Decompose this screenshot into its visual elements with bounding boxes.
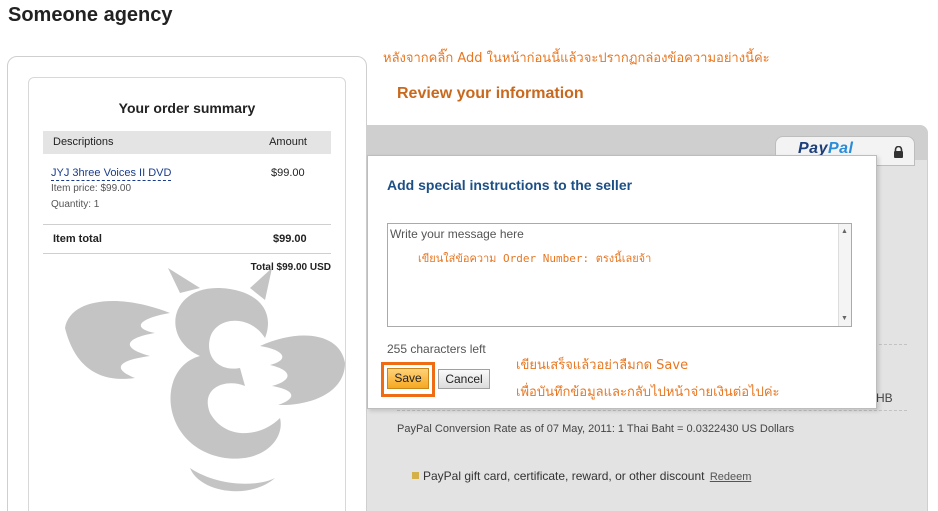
- review-heading: Review your information: [397, 85, 584, 102]
- bullet-icon: [412, 472, 419, 479]
- item-quantity: Quantity: 1: [51, 199, 100, 210]
- annotation-top: หลังจากคลิ๊ก Add ในหน้าก่อนนี้แล้วจะปราก…: [383, 51, 770, 66]
- lock-icon: [894, 146, 903, 158]
- gift-card-text: PayPal gift card, certificate, reward, o…: [423, 469, 705, 483]
- item-total-label: Item total: [53, 233, 102, 245]
- item-name-link[interactable]: JYJ 3hree Voices II DVD: [51, 167, 172, 181]
- modal-title: Add special instructions to the seller: [387, 177, 633, 193]
- message-note: เขียนใส่ข้อความ Order Number: ตรงนี้เลยจ…: [418, 252, 652, 265]
- characters-left-counter: 255 characters left: [387, 342, 486, 356]
- summary-table-header: Descriptions Amount: [43, 131, 331, 154]
- scroll-down-icon[interactable]: ▼: [841, 315, 848, 322]
- summary-divider: [43, 224, 331, 225]
- gift-card-row: PayPal gift card, certificate, reward, o…: [423, 469, 751, 483]
- currency-fragment: HB: [876, 391, 893, 405]
- paypal-divider: [397, 410, 907, 411]
- item-amount: $99.00: [271, 167, 305, 179]
- annotation-save-line-2: เพื่อบันทึกข้อมูลและกลับไปหน้าจ่ายเงินต่…: [516, 385, 780, 400]
- scroll-up-icon[interactable]: ▲: [841, 228, 848, 235]
- item-price: Item price: $99.00: [51, 183, 132, 194]
- summary-divider: [43, 253, 331, 254]
- column-header-amount: Amount: [269, 136, 307, 148]
- conversion-rate-text: PayPal Conversion Rate as of 07 May, 201…: [397, 423, 795, 435]
- page-title: Someone agency: [8, 4, 173, 26]
- redeem-link[interactable]: Redeem: [710, 471, 752, 483]
- column-header-descriptions: Descriptions: [53, 136, 114, 148]
- winged-e-watermark-icon: [65, 268, 345, 492]
- textarea-scrollbar[interactable]: [838, 224, 851, 326]
- message-placeholder: Write your message here: [390, 227, 524, 241]
- annotation-save-line-1: เขียนเสร็จแล้วอย่าลืมกด Save: [516, 358, 689, 373]
- order-summary-title: Your order summary: [118, 100, 256, 116]
- save-button[interactable]: Save: [387, 368, 429, 389]
- item-total-value: $99.00: [273, 233, 307, 245]
- cancel-button[interactable]: Cancel: [438, 369, 490, 389]
